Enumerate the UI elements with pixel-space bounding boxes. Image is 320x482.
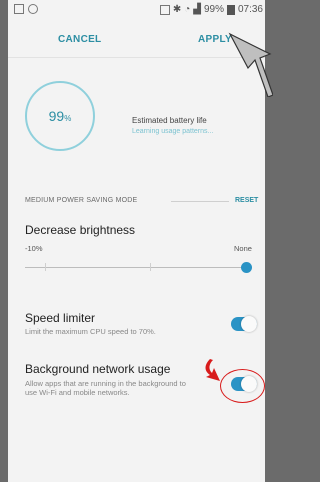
header-divider	[8, 57, 265, 58]
estimate-label: Estimated battery life	[132, 116, 207, 125]
status-bar: ✱ ◔ ▟ 99% 07:36	[8, 0, 265, 20]
battery-percent-display: 99%	[48, 108, 72, 124]
estimate-value: Learning usage patterns...	[132, 128, 214, 135]
cursor-pointer-icon	[228, 32, 273, 97]
section-title: MEDIUM POWER SAVING MODE	[25, 197, 138, 204]
slider-thumb[interactable]	[241, 262, 252, 273]
battery-percent: 99%	[203, 4, 224, 15]
cancel-button[interactable]: CANCEL	[58, 34, 101, 45]
brightness-max-label: None	[234, 244, 252, 253]
reset-button[interactable]: RESET	[235, 197, 258, 204]
speed-limiter-description: Limit the maximum CPU speed to 70%.	[25, 327, 156, 336]
slider-track	[25, 267, 252, 268]
cast-notification-icon	[28, 4, 38, 14]
annotation-arrow-icon	[205, 359, 220, 381]
speed-limiter-title: Speed limiter	[25, 311, 96, 325]
background-network-description: Allow apps that are running in the backg…	[25, 379, 186, 397]
slider-tick	[45, 263, 46, 271]
bluetooth-icon: ✱	[172, 4, 182, 15]
brightness-title: Decrease brightness	[25, 223, 136, 237]
toggle-knob	[241, 316, 257, 332]
battery-icon	[226, 4, 235, 15]
nfc-icon	[159, 4, 170, 15]
signal-icon: ▟	[193, 4, 201, 15]
phone-screen: ✱ ◔ ▟ 99% 07:36 CANCEL APPLY 99% Estimat…	[8, 0, 265, 482]
apply-button[interactable]: APPLY	[198, 34, 232, 45]
gallery-notification-icon	[14, 4, 24, 14]
action-bar: CANCEL APPLY	[8, 34, 265, 54]
battery-ring: 99%	[25, 81, 95, 151]
brightness-slider[interactable]	[25, 262, 252, 274]
annotation-circle	[220, 369, 265, 403]
clock: 07:36	[237, 4, 263, 15]
slider-tick	[150, 263, 151, 271]
section-divider	[171, 201, 229, 202]
wifi-icon: ◔	[184, 4, 191, 15]
brightness-min-label: -10%	[25, 244, 43, 253]
background-network-title: Background network usage	[25, 362, 171, 376]
speed-limiter-toggle[interactable]	[231, 316, 257, 332]
